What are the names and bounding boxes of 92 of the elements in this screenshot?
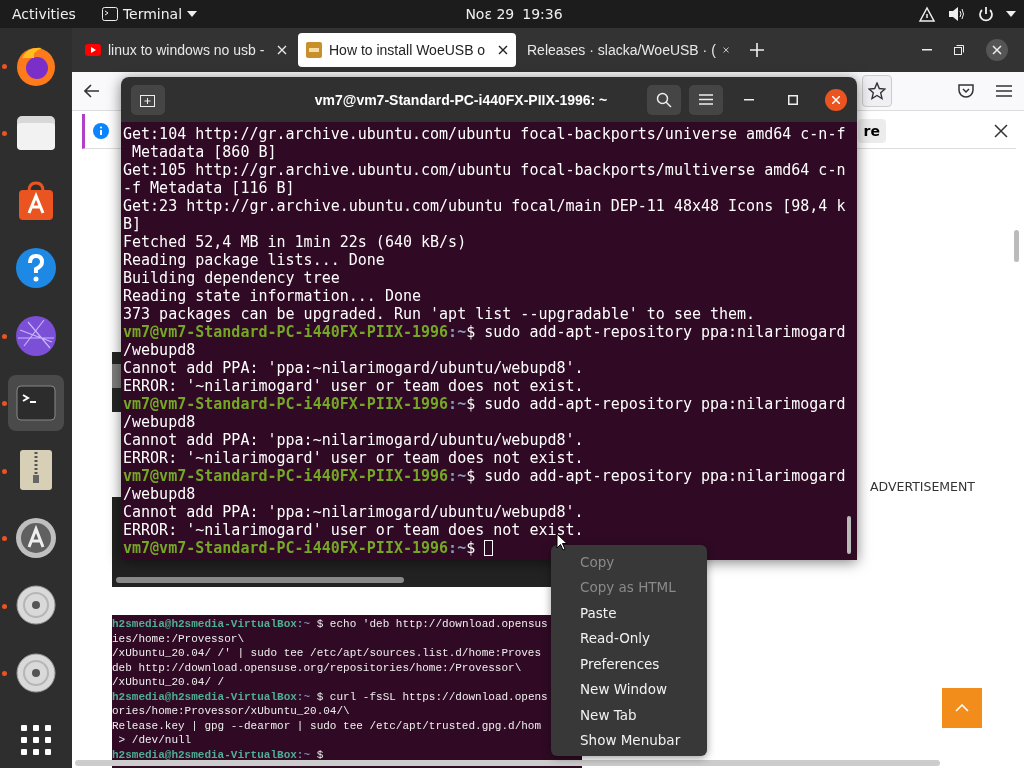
activities-button[interactable]: Activities <box>12 6 76 22</box>
output-line: deb http://download.opensuse.org/repositories/home:/Provessor\ <box>112 660 523 675</box>
menu-icon[interactable] <box>996 85 1012 97</box>
maximize-icon <box>788 94 798 105</box>
disc-icon <box>14 583 58 628</box>
scrollbar[interactable] <box>116 577 404 583</box>
output-line: Cannot add PPA: 'ppa:~nilarimogard/ubuntu/webupd8'. <box>123 431 584 449</box>
notification-button[interactable]: re <box>857 119 886 143</box>
prompt-line: vm7@vm7-Standard-PC-i440FX-PIIX-1996:~$ sudo add-apt-repository ppa:nilarimogard <box>123 467 846 485</box>
output-line: Reading state information... Done <box>123 287 421 305</box>
chevron-up-icon <box>955 704 969 712</box>
close-icon[interactable] <box>986 39 1008 61</box>
scrollbar[interactable] <box>75 760 940 766</box>
prompt-line: vm7@vm7-Standard-PC-i440FX-PIIX-1996:~$ <box>123 539 494 557</box>
new-tab-button[interactable] <box>131 84 165 115</box>
output-line: -f Metadata [116 B] <box>123 179 295 197</box>
scrollbar[interactable] <box>847 516 851 554</box>
minimize-icon <box>744 98 754 101</box>
output-line: ERROR: '~nilarimogard' user or team does not exist. <box>123 377 584 395</box>
output-line: > /dev/null <box>117 733 193 748</box>
close-icon[interactable] <box>994 124 1008 138</box>
output-line: Fetched 52,4 MB in 1min 22s (640 kB/s) <box>123 233 467 251</box>
mouse-pointer-icon <box>556 533 568 551</box>
app-grid-icon <box>19 723 53 758</box>
output-line: 373 packages can be upgraded. Run 'apt list --upgradable' to see them. <box>123 305 756 323</box>
output-line: Get:23 http://gr.archive.ubuntu.com/ubuntu focal/main DEP-11 48x48 Icons [98,4 k <box>123 197 846 215</box>
output-line: Cannot add PPA: 'ppa:~nilarimogard/ubuntu/webupd8'. <box>123 359 584 377</box>
output-line: Release.key | gpg --dearmor | sudo tee /etc/apt/trusted.gpg.d/hom <box>112 718 543 733</box>
terminal-icon <box>101 7 118 21</box>
menu-item[interactable]: Show Menubar <box>551 727 707 753</box>
disc-icon <box>14 650 58 695</box>
close-icon <box>832 95 840 104</box>
browser-tab[interactable]: linux to windows no usb - <box>77 33 295 67</box>
minimize-icon[interactable] <box>922 49 932 51</box>
clock-text[interactable]: 19:36 <box>522 6 563 22</box>
menu-button[interactable] <box>689 84 723 115</box>
output-line: Get:105 http://gr.archive.ubuntu.com/ubuntu focal-backports/multiverse amd64 c-n <box>123 161 846 179</box>
prompt-line: h2smedia@h2smedia-VirtualBox:~ $ echo 'deb http://download.opensus <box>112 617 549 632</box>
output-line: /xUbuntu_20.04/ / <box>112 675 226 690</box>
output-line: B] <box>123 215 142 233</box>
output-line: /xUbuntu_20.04/ /' | sudo tee /etc/apt/sources.list.d/home:Proves <box>112 646 543 661</box>
back-icon[interactable] <box>84 84 100 98</box>
output-line: Cannot add PPA: 'ppa:~nilarimogard/ubuntu/webupd8'. <box>123 503 584 521</box>
output-line: ERROR: '~nilarimogard' user or team does not exist. <box>123 449 584 467</box>
output-line: Reading package lists... Done <box>123 251 385 269</box>
new-tab-icon[interactable] <box>750 43 764 57</box>
output-line: ERROR: '~nilarimogard' user or team does not exist. <box>123 521 584 539</box>
star-icon <box>868 82 886 100</box>
menu-item[interactable]: New Tab <box>551 702 707 728</box>
menu-item[interactable]: Read-Only <box>551 625 707 651</box>
prompt-line: h2smedia@h2smedia-VirtualBox:~ $ curl -fsSL https://download.opens <box>112 689 549 704</box>
globe-icon <box>14 313 58 358</box>
browser-tab[interactable]: Releases · slacka/WoeUSB · ( <box>519 33 737 67</box>
updater-icon <box>14 515 58 560</box>
advertisement-label: ADVERTISEMENT <box>870 479 975 494</box>
output-line: Building dependency tree <box>123 269 340 287</box>
pocket-icon[interactable] <box>958 84 974 98</box>
site-icon <box>306 42 322 58</box>
close-button[interactable] <box>825 88 847 111</box>
bookmark-star-button[interactable] <box>862 75 892 107</box>
browser-tab[interactable]: How to install WoeUSB o <box>298 33 516 67</box>
volume-icon[interactable] <box>948 6 966 22</box>
info-icon <box>93 123 109 139</box>
close-icon[interactable] <box>722 45 729 55</box>
output-line: /webupd8 <box>123 341 196 359</box>
help-icon <box>14 246 58 291</box>
menu-item[interactable]: Preferences <box>551 651 707 677</box>
new-tab-icon <box>140 92 156 107</box>
output-line: ies/home:/Provessor\ <box>112 631 246 646</box>
close-icon[interactable] <box>498 45 508 55</box>
menu-icon <box>699 94 713 105</box>
output-line: /webupd8 <box>123 485 196 503</box>
output-line: ories/home:Provessor/xUbuntu_20.04/\ <box>112 704 351 719</box>
prompt-line: vm7@vm7-Standard-PC-i440FX-PIIX-1996:~$ sudo add-apt-repository ppa:nilarimogard <box>123 323 846 341</box>
output-line: /webupd8 <box>123 413 196 431</box>
app-menu[interactable]: Terminal <box>101 6 198 22</box>
play-icon <box>85 44 101 56</box>
output-line: Get:104 http://gr.archive.ubuntu.com/ubuntu focal-backports/universe amd64 c-n-f <box>123 125 846 143</box>
search-button[interactable] <box>647 84 681 115</box>
search-icon <box>656 91 672 108</box>
date-text[interactable]: Νοε 29 <box>465 6 515 22</box>
prompt-line: vm7@vm7-Standard-PC-i440FX-PIIX-1996:~$ sudo add-apt-repository ppa:nilarimogard <box>123 395 846 413</box>
window-title: vm7@vm7-Standard-PC-i440FX-PIIX-1996: ~ <box>313 91 609 108</box>
power-icon[interactable] <box>978 6 994 22</box>
scrollbar[interactable] <box>1014 230 1019 262</box>
caret-icon <box>187 11 198 17</box>
prompt-line: h2smedia@h2smedia-VirtualBox:~ $ <box>112 747 325 762</box>
caret-icon[interactable] <box>1006 11 1016 17</box>
output-line: Metadata [860 B] <box>131 143 277 161</box>
menu-item[interactable]: Paste <box>551 600 707 626</box>
menu-item[interactable]: New Window <box>551 676 707 702</box>
restore-icon[interactable] <box>954 45 964 55</box>
